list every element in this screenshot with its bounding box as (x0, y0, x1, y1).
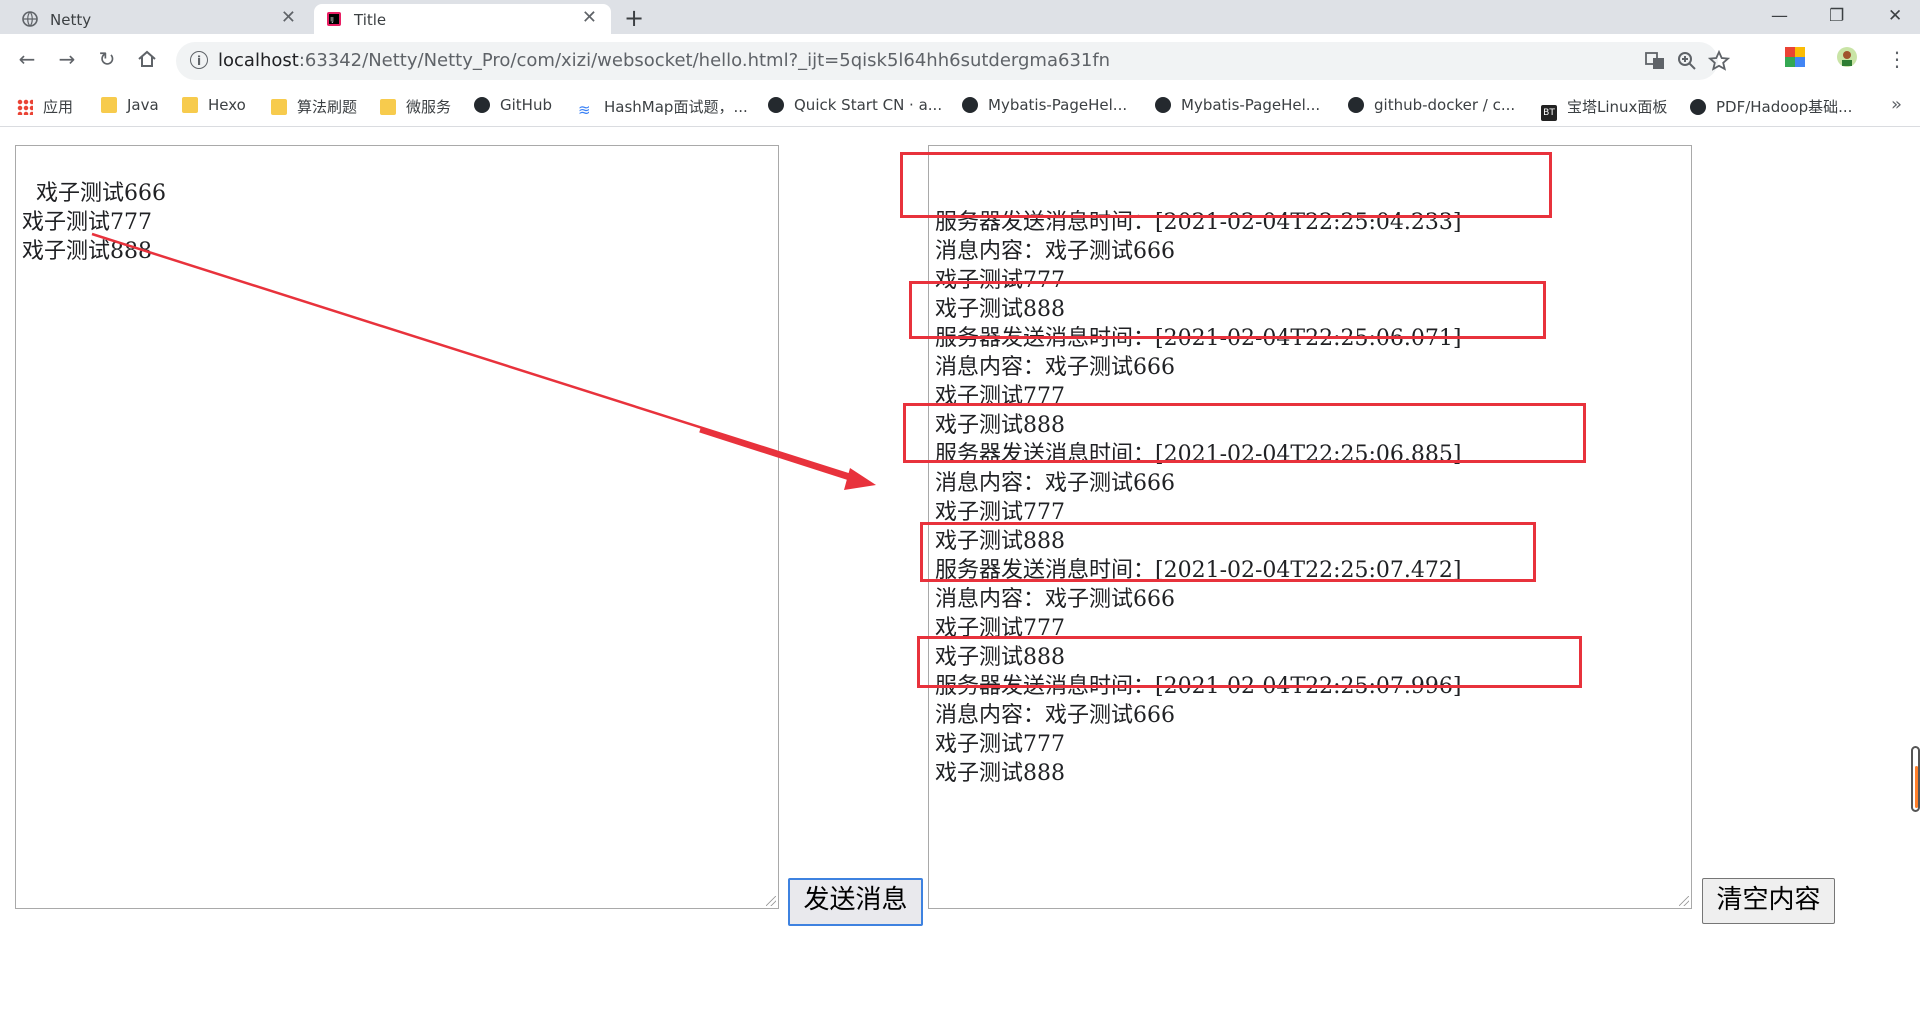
annotation-arrow-icon (91, 232, 876, 490)
page-scrollbar[interactable] (1911, 746, 1920, 812)
